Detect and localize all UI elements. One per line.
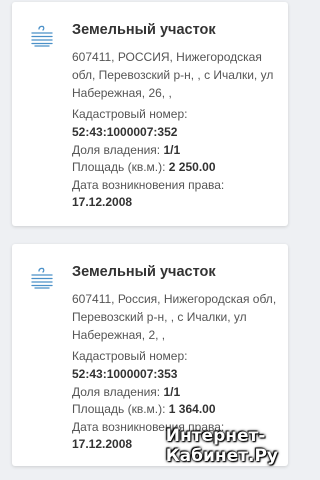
land-plot-icon (30, 24, 54, 48)
cadastral-label: Кадастровый номер: (72, 349, 188, 363)
date-value: 17.12.2008 (72, 437, 133, 451)
area-row: Площадь (кв.м.): 2 250.00 (72, 160, 216, 174)
date-value: 17.12.2008 (72, 195, 133, 209)
watermark-logo: Интернет- Кабинет.Ру (166, 426, 278, 466)
cadastral-value: 52:43:1000007:352 (72, 125, 178, 139)
property-address: 607411, РОССИЯ, Нижегородская обл, Перев… (72, 50, 274, 100)
area-row: Площадь (кв.м.): 1 364.00 (72, 402, 216, 416)
date-label: Дата возникновения права: (72, 178, 225, 192)
area-value: 2 250.00 (168, 160, 216, 174)
cadastral-value: 52:43:1000007:353 (72, 367, 178, 381)
watermark-line1: Интернет- (165, 426, 266, 446)
property-address: 607411, Россия, Нижегородская обл, Перев… (72, 292, 277, 342)
property-title: Земельный участок (72, 22, 216, 38)
cadastral-label: Кадастровый номер: (72, 107, 188, 121)
land-plot-icon (30, 266, 54, 290)
share-value: 1/1 (163, 143, 181, 157)
share-row: Доля владения: 1/1 (72, 143, 181, 157)
area-value: 1 364.00 (168, 402, 216, 416)
watermark-line2: Кабинет.Ру (165, 446, 278, 466)
share-row: Доля владения: 1/1 (72, 385, 181, 399)
share-value: 1/1 (163, 385, 181, 399)
property-card[interactable]: Земельный участок 607411, РОССИЯ, Нижего… (12, 2, 288, 226)
property-title: Земельный участок (72, 264, 216, 280)
